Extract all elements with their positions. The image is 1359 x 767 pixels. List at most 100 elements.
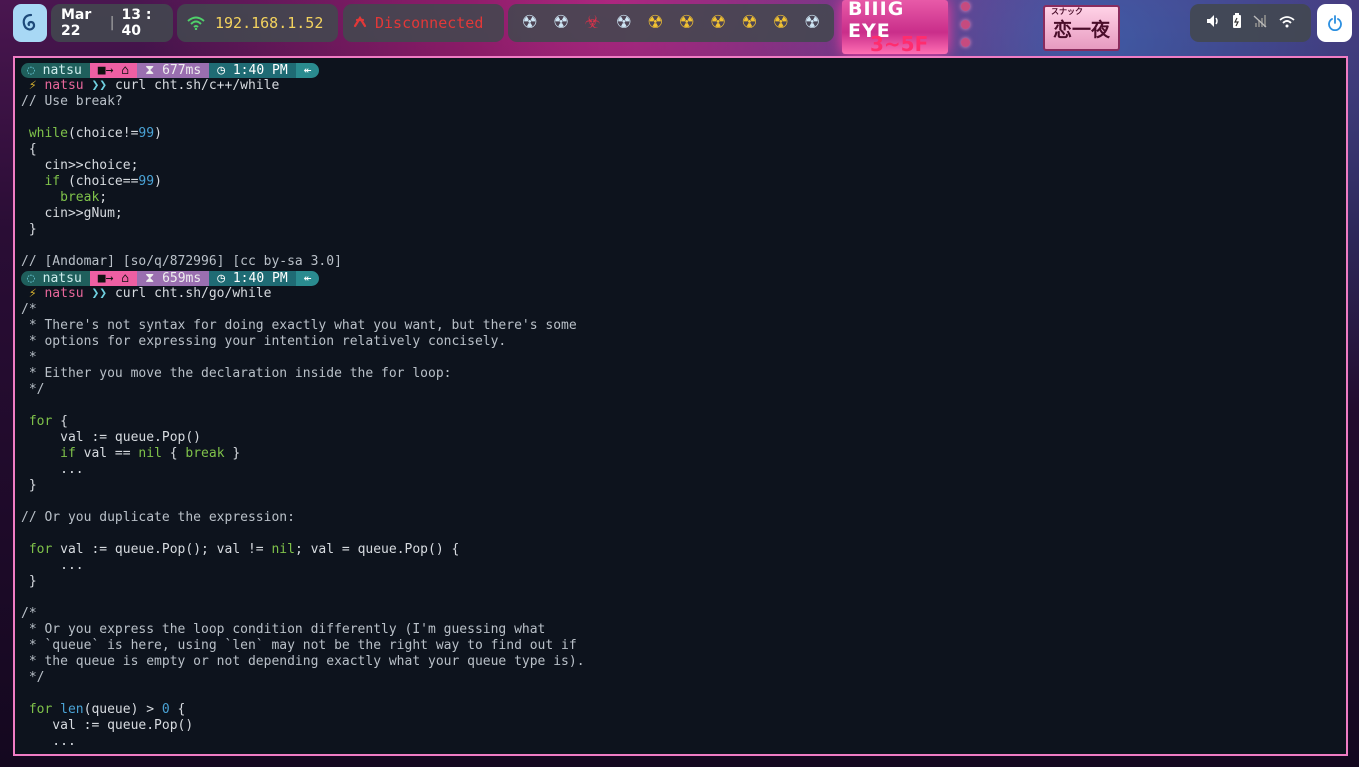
volume-icon[interactable] [1206,14,1220,32]
prompt-dir-segment: ■→ ⌂ [89,62,138,78]
bolt-icon: ⚡ [21,286,45,301]
clock-icon: ◷ [217,270,233,286]
output-line: cin>>gNum; [21,206,123,221]
prompt-duration: 659ms [162,270,202,286]
radioactive-icon[interactable]: ☢ [616,14,632,32]
wallpaper-kanji-sign: スナック 恋一夜 [1043,5,1120,51]
radioactive-icon[interactable]: ☢ [553,14,569,32]
vpn-widget[interactable]: Disconnected [343,4,504,42]
output-line: while(choice!=99) [28,126,162,141]
wifi-tray-icon[interactable] [1279,15,1295,32]
output-line: // Or you duplicate the expression: [21,510,295,525]
arrow-icon: ↞ [303,270,312,286]
prompt-clock: 1:40 PM [232,62,288,78]
radioactive-icon[interactable]: ☢ [710,14,726,32]
prompt-bar: ◌ natsu ■→ ⌂ ⧗ 659ms ◷ 1:40 PM ↞ [21,270,1346,286]
biohazard-icon[interactable]: ☣ [584,14,600,32]
wallpaper-lights [958,0,972,56]
power-button[interactable] [1317,4,1352,42]
radioactive-icon[interactable]: ☢ [647,14,663,32]
wallpaper-neon-sign: BIIIG EYE 3~5F [842,0,948,56]
workspace-switcher: ☢ ☢ ☣ ☢ ☢ ☢ ☢ ☢ ☢ ☢ [508,4,834,42]
vpn-disconnected-icon [353,14,367,32]
prompt-clock: 1:40 PM [232,270,288,286]
prompt-bar: ◌ natsu ■→ ⌂ ⧗ 677ms ◷ 1:40 PM ↞ [21,62,1346,78]
power-icon [1327,15,1342,31]
prompt-end-segment: ↞ [295,62,320,78]
prompt-duration-segment: ⧗ 659ms [137,270,210,286]
radioactive-icon[interactable]: ☢ [741,14,757,32]
prompt-user-segment: ◌ natsu [21,270,90,286]
output-line: * the queue is empty or not depending ex… [21,654,585,669]
battery-icon[interactable] [1232,13,1242,33]
debian-small-icon: ◌ [27,270,43,286]
output-line: */ [21,670,45,685]
hourglass-icon: ⧗ [145,270,163,286]
prompt-user: natsu [42,62,82,78]
arrow-icon: ↞ [303,62,312,78]
output-line: for val := queue.Pop(); val != nil; val … [28,542,460,557]
debian-small-icon: ◌ [27,62,43,78]
network-widget[interactable]: 192.168.1.52 [177,4,338,42]
folder-icon: ■→ [97,62,122,78]
output-line: } [21,478,37,493]
output-line: break; [60,190,108,205]
output-line: val := queue.Pop() [21,430,202,445]
output-line: { [21,142,37,157]
terminal-window[interactable]: ◌ natsu ■→ ⌂ ⧗ 677ms ◷ 1:40 PM ↞ ⚡ natsu… [13,56,1348,756]
radioactive-icon[interactable]: ☢ [522,14,538,32]
prompt-user-segment: ◌ natsu [21,62,90,78]
bolt-icon: ⚡ [21,78,45,93]
prompt-user: natsu [42,270,82,286]
output-line: * options for expressing your intention … [21,334,507,349]
command-output: /* * There's not syntax for doing exactl… [21,302,1346,750]
prompt-dir-segment: ■→ ⌂ [89,270,138,286]
kanji-sign-small: スナック [1051,6,1083,16]
radioactive-icon[interactable]: ☢ [679,14,695,32]
output-line: /* [21,302,37,317]
output-line: // [Andomar] [so/q/872996] [cc by-sa 3.0… [21,254,342,269]
kanji-sign-text: 恋一夜 [1052,18,1110,41]
output-line: } [21,222,37,237]
output-line: ... [21,734,76,749]
clock-widget[interactable]: Mar 22 | 13 : 40 [51,4,173,42]
output-line: * There's not syntax for doing exactly w… [21,318,577,333]
output-line: } [21,574,37,589]
home-icon: ⌂ [121,62,130,78]
folder-icon: ■→ [97,270,122,286]
hourglass-icon: ⧗ [145,62,163,78]
output-line: if (choice==99) [44,174,162,189]
output-line: * [21,350,37,365]
output-line: * Either you move the declaration inside… [21,366,452,381]
wifi-icon [187,16,205,30]
output-line: // Use break? [21,94,123,109]
output-line: val := queue.Pop() [21,718,194,733]
output-line: /* [21,606,37,621]
system-tray [1190,4,1311,42]
command-output: // Use break? while(choice!=99) { cin>>c… [21,94,1346,270]
output-line: * Or you express the loop condition diff… [21,622,546,637]
debian-logo-icon [22,13,36,31]
signal-off-icon[interactable] [1253,14,1267,32]
command-text: curl cht.sh/go/while [114,286,272,301]
date-text: Mar 22 [61,7,92,39]
launcher-button[interactable] [13,4,47,42]
neon-sign-floor: 3~5F [870,32,929,56]
output-line: for len(queue) > 0 { [28,702,186,717]
output-line: ... [21,462,84,477]
output-line: for { [28,414,68,429]
prompt-clock-segment: ◷ 1:40 PM [209,62,296,78]
command-line: ⚡ natsu ❯❯ curl cht.sh/c++/while [21,78,280,93]
vpn-status: Disconnected [375,14,484,32]
output-line: cin>>choice; [21,158,139,173]
ip-address: 192.168.1.52 [215,14,324,32]
radioactive-icon[interactable]: ☢ [773,14,789,32]
radioactive-icon[interactable]: ☢ [804,14,820,32]
output-line: * `queue` is here, using `len` may not b… [21,638,577,653]
command-text: curl cht.sh/c++/while [114,78,280,93]
time-text: 13 : 40 [121,7,152,39]
